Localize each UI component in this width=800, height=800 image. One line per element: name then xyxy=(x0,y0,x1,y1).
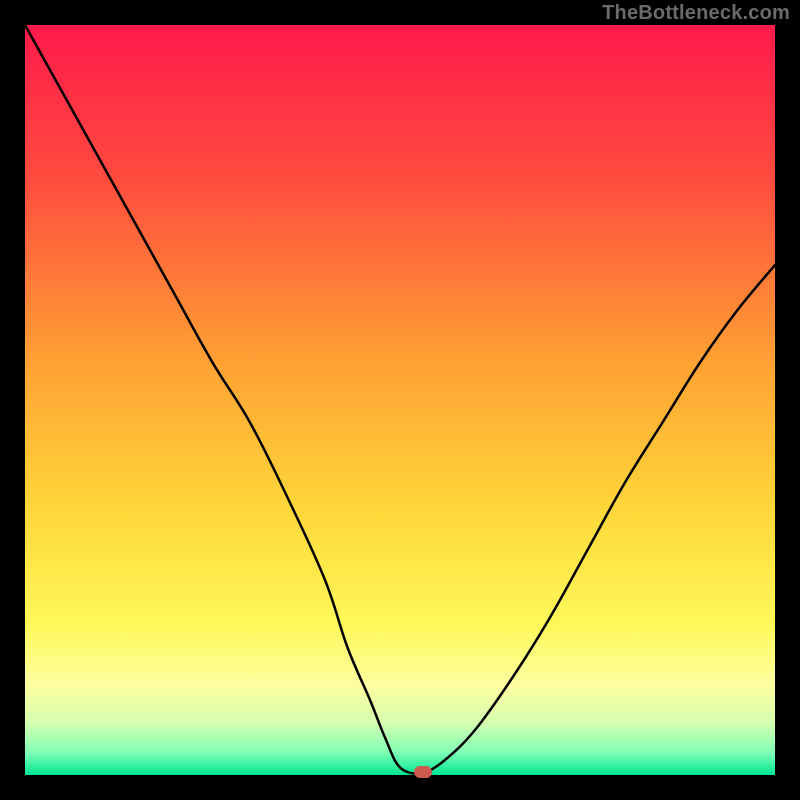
gradient-rect xyxy=(25,25,775,775)
optimum-marker xyxy=(414,766,432,778)
watermark-label: TheBottleneck.com xyxy=(602,2,790,25)
plot-area xyxy=(25,25,775,775)
plot-svg xyxy=(25,25,775,775)
chart-frame: TheBottleneck.com xyxy=(0,0,800,800)
